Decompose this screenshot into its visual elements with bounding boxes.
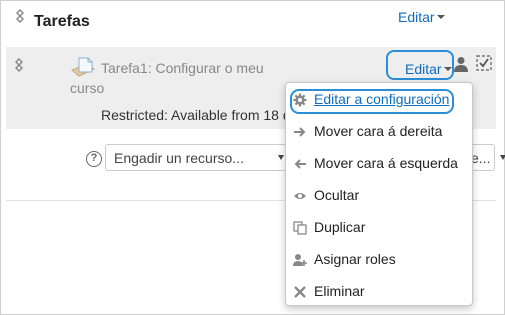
edit-dropdown-menu: Editar a configuración Mover cara á dere… xyxy=(285,82,473,306)
caret-down-icon xyxy=(443,67,452,72)
assignment-icon xyxy=(71,57,95,77)
menu-item-hide[interactable]: Ocultar xyxy=(286,181,474,211)
section-edit-menu[interactable]: Editar xyxy=(398,9,445,25)
delete-icon xyxy=(294,286,306,298)
menu-item-label: Editar a configuración xyxy=(314,91,450,107)
add-activity-select[interactable]: e... xyxy=(471,144,495,171)
arrow-right-icon xyxy=(294,127,306,137)
eye-icon xyxy=(294,193,306,199)
activity-name-continued[interactable]: curso xyxy=(70,79,104,97)
arrow-left-icon xyxy=(294,159,306,169)
gear-icon xyxy=(293,93,307,107)
menu-item-move-left[interactable]: Mover cara á esquerda xyxy=(286,149,474,179)
menu-item-label: Duplicar xyxy=(314,219,366,235)
chevron-down-icon xyxy=(278,155,284,160)
duplicate-icon xyxy=(293,221,307,235)
section-title: Tarefas xyxy=(34,13,90,30)
caret-down-icon xyxy=(436,15,445,20)
activity-edit-menu[interactable]: Editar xyxy=(386,50,454,80)
menu-item-delete[interactable]: Eliminar xyxy=(286,277,474,307)
move-icon[interactable] xyxy=(12,8,28,24)
menu-item-label: Eliminar xyxy=(314,283,365,299)
menu-item-move-right[interactable]: Mover cara á dereita xyxy=(286,117,474,147)
chevron-down-icon xyxy=(500,155,505,160)
section-edit-label: Editar xyxy=(398,9,435,25)
help-icon[interactable]: ? xyxy=(86,151,102,167)
menu-item-assign-roles[interactable]: Asignar roles xyxy=(286,245,474,275)
restriction-note: Restricted: Available from 18 d xyxy=(101,107,291,123)
menu-item-edit-settings[interactable]: Editar a configuración xyxy=(286,85,474,115)
move-icon[interactable] xyxy=(11,57,27,73)
menu-item-label: Mover cara á esquerda xyxy=(314,155,458,171)
menu-item-duplicate[interactable]: Duplicar xyxy=(286,213,474,243)
add-resource-select[interactable]: Engadir un recurso... xyxy=(105,144,295,171)
menu-item-label: Asignar roles xyxy=(314,251,396,267)
user-icon[interactable] xyxy=(454,56,468,72)
menu-item-label: Ocultar xyxy=(314,187,360,203)
completion-checkbox-icon[interactable] xyxy=(476,55,492,71)
menu-item-label: Mover cara á dereita xyxy=(314,123,443,139)
assign-roles-icon xyxy=(293,254,307,266)
activity-edit-label: Editar xyxy=(405,61,442,77)
activity-name[interactable]: Tarefa1: Configurar o meu xyxy=(101,59,264,77)
